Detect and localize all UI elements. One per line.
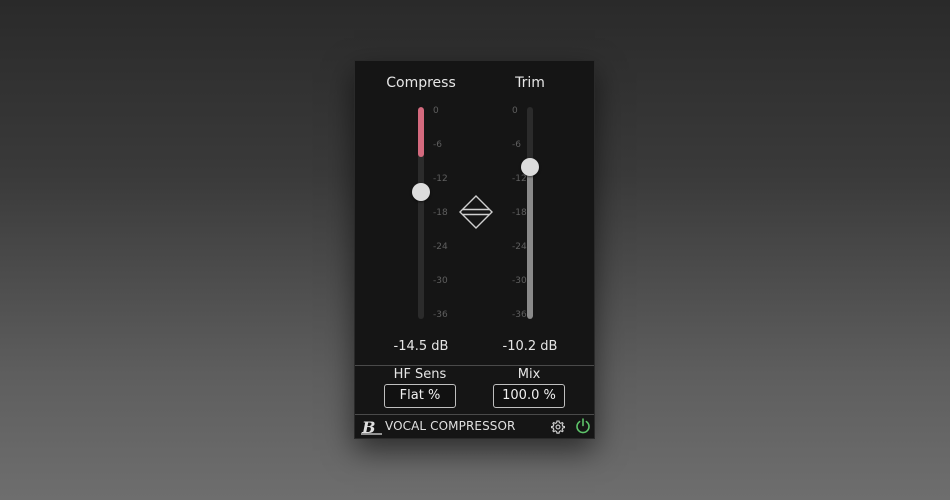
- footer-divider: [355, 414, 594, 415]
- scale-tick: -6: [512, 140, 521, 150]
- scale-tick: -12: [433, 174, 448, 184]
- svg-text:B: B: [361, 419, 376, 435]
- scale-tick: 0: [433, 106, 439, 116]
- mix-field[interactable]: 100.0 %: [493, 384, 565, 408]
- compress-slider-handle[interactable]: [412, 183, 430, 202]
- trim-readout: -10.2 dB: [502, 339, 558, 354]
- gear-icon[interactable]: [551, 420, 565, 434]
- vocal-compressor-plugin: Compress 0 -6 -12 -18 -24 -30 -36 -14.5 dB Tri…: [354, 60, 595, 439]
- compress-title: Compress: [386, 75, 456, 91]
- scale-tick: -36: [433, 310, 448, 320]
- scale-tick: -6: [433, 140, 442, 150]
- mix-label: Mix: [517, 367, 541, 382]
- trim-title: Trim: [515, 75, 545, 91]
- scale-tick: -12: [512, 174, 527, 184]
- link-diamond-icon[interactable]: [458, 194, 494, 230]
- power-icon[interactable]: [575, 418, 591, 434]
- scale-tick: -36: [512, 310, 527, 320]
- scale-tick: -30: [512, 276, 527, 286]
- plugin-title: VOCAL COMPRESSOR: [385, 419, 516, 433]
- scale-tick: -18: [512, 208, 527, 218]
- compress-slider-track[interactable]: [418, 107, 424, 319]
- scale-tick: 0: [512, 106, 518, 116]
- divider: [355, 365, 594, 366]
- trim-db-scale: 0 -6 -12 -18 -24 -30 -36: [512, 106, 542, 320]
- hf-sens-label: HF Sens: [393, 367, 447, 382]
- gain-reduction-meter: [418, 107, 424, 158]
- scale-tick: -30: [433, 276, 448, 286]
- scale-tick: -24: [512, 242, 527, 252]
- scale-tick: -24: [433, 242, 448, 252]
- hf-sens-field[interactable]: Flat %: [384, 384, 456, 408]
- brand-logo-icon: B: [361, 419, 382, 435]
- compress-readout: -14.5 dB: [393, 339, 449, 354]
- scale-tick: -18: [433, 208, 448, 218]
